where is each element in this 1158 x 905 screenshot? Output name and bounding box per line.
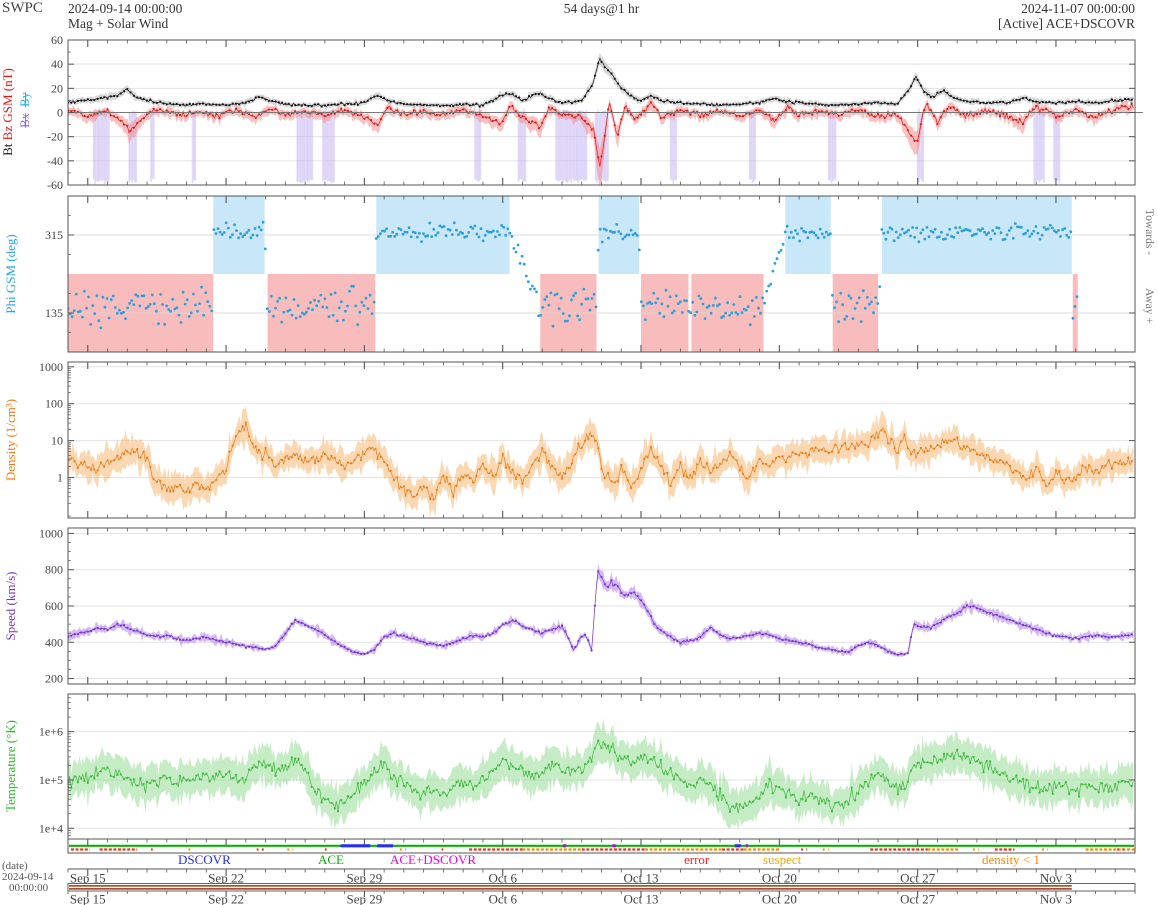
phi-axis-label: Phi GSM (deg) xyxy=(3,234,18,314)
phi-towards-label: Towards - xyxy=(1143,208,1155,256)
svg-text:1000: 1000 xyxy=(39,526,63,540)
panel-phi-sectors xyxy=(68,196,1135,352)
swpc-solar-wind-plot: 60 40 20 0 -20 -40 -60 315 135 1000 100 10 1 1000 800 6… xyxy=(0,0,1158,905)
density-axis-label: Density (1/cm³) xyxy=(3,398,18,482)
svg-text:200: 200 xyxy=(45,672,63,686)
svg-text:Oct 13: Oct 13 xyxy=(624,892,659,905)
temperature-axis-label: Temperature (°K) xyxy=(3,720,18,812)
origin-time: 00:00:00 xyxy=(9,882,49,894)
svg-text:1000: 1000 xyxy=(39,360,63,374)
panel-temperature-data xyxy=(68,718,1134,831)
mag-axis-unit: GSM (nT) xyxy=(0,68,15,123)
panel-speed-data xyxy=(68,564,1134,658)
legend-item-error[interactable]: error xyxy=(684,852,709,868)
svg-text:Nov 3: Nov 3 xyxy=(1040,892,1072,905)
svg-text:-20: -20 xyxy=(47,130,63,144)
time-range-scrollbar[interactable] xyxy=(68,882,1135,892)
svg-text:1e+4: 1e+4 xyxy=(39,821,63,835)
svg-text:Sep 29: Sep 29 xyxy=(347,892,383,905)
svg-text:10: 10 xyxy=(51,434,63,448)
brand-label: SWPC xyxy=(2,0,43,16)
phi-away-label: Away + xyxy=(1143,288,1155,324)
mag-excluded-label: Bx By xyxy=(18,68,34,152)
panel-density-data xyxy=(68,406,1134,518)
legend-item-ace-dscovr[interactable]: ACE+DSCOVR xyxy=(390,852,476,868)
svg-text:60: 60 xyxy=(51,33,63,47)
footer-origin-block: (date) 2024-09-14 00:00:00 xyxy=(2,861,53,894)
svg-text:400: 400 xyxy=(45,635,63,649)
mag-axis-bz: Bz xyxy=(0,125,15,141)
speed-axis-label: Speed (km/s) xyxy=(3,571,18,641)
mag-axis-label: Bt Bz GSM (nT) xyxy=(0,27,18,197)
svg-text:Sep 15: Sep 15 xyxy=(70,892,106,905)
header-row-1: 2024-09-14 00:00:00 54 days@1 hr 2024-11-0… xyxy=(68,1,1135,17)
legend-item-density-1[interactable]: density < 1 xyxy=(982,852,1040,868)
date-axis-2: Sep 15 Sep 22 Sep 29 Oct 6 Oct 13 Oct 20 Oct 2… xyxy=(67,891,1136,905)
svg-text:-60: -60 xyxy=(47,178,63,192)
svg-text:Oct 6: Oct 6 xyxy=(488,892,517,905)
chart-canvas[interactable]: 6040200-20-40-60315135100010010110008006… xyxy=(0,0,1158,905)
mag-axis-bt: Bt xyxy=(0,143,15,156)
svg-text:800: 800 xyxy=(45,563,63,577)
svg-text:-40: -40 xyxy=(47,154,63,168)
svg-text:315: 315 xyxy=(45,228,63,242)
source-status-label: [Active] ACE+DSCOVR xyxy=(998,16,1135,31)
svg-text:1e+5: 1e+5 xyxy=(39,773,63,787)
mag-axis-by-excluded: By xyxy=(18,92,32,107)
svg-text:0: 0 xyxy=(57,106,63,120)
svg-text:40: 40 xyxy=(51,57,63,71)
end-datetime: 2024-11-07 00:00:00 xyxy=(1021,1,1135,16)
svg-text:20: 20 xyxy=(51,81,63,95)
panel-mag-data xyxy=(68,52,1134,185)
svg-text:Oct 27: Oct 27 xyxy=(900,892,936,905)
legend-item-suspect[interactable]: suspect xyxy=(763,852,801,868)
start-datetime: 2024-09-14 00:00:00 xyxy=(68,1,183,16)
legend-item-ace[interactable]: ACE xyxy=(318,852,344,868)
duration-label: 54 days@1 hr xyxy=(563,1,640,16)
svg-text:Sep 22: Sep 22 xyxy=(208,892,244,905)
svg-text:Oct 20: Oct 20 xyxy=(762,892,797,905)
svg-text:600: 600 xyxy=(45,599,63,613)
legend-item-dscovr[interactable]: DSCOVR xyxy=(178,852,231,868)
svg-text:1: 1 xyxy=(57,471,63,485)
svg-text:135: 135 xyxy=(45,306,63,320)
mag-axis-bx-excluded: Bx xyxy=(18,113,32,128)
svg-text:100: 100 xyxy=(45,397,63,411)
svg-text:1e+6: 1e+6 xyxy=(39,725,63,739)
plot-title: Mag + Solar Wind xyxy=(68,16,169,31)
